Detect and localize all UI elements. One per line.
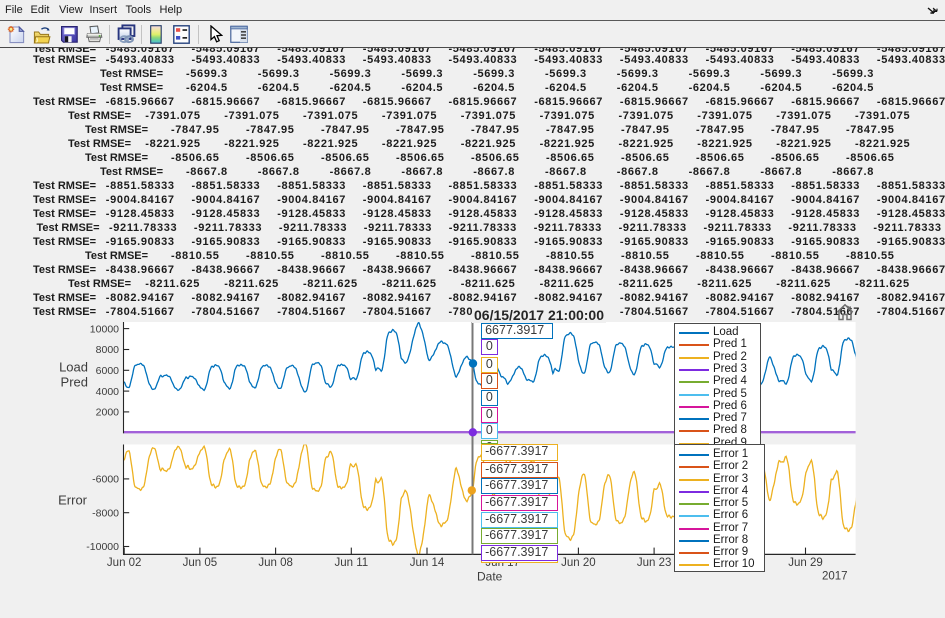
svg-text:2000: 2000 — [96, 407, 120, 419]
svg-text:-8000: -8000 — [92, 507, 119, 519]
svg-text:Date: Date — [477, 570, 503, 584]
svg-text:Error: Error — [58, 493, 88, 508]
svg-text:Jun 20: Jun 20 — [561, 557, 596, 569]
svg-text:8000: 8000 — [96, 344, 120, 356]
svg-text:Load: Load — [59, 360, 88, 375]
svg-text:-6000: -6000 — [92, 474, 119, 486]
svg-text:Jun 11: Jun 11 — [334, 557, 368, 569]
svg-text:6000: 6000 — [96, 365, 120, 377]
svg-text:2017: 2017 — [822, 571, 848, 583]
svg-text:Jun 05: Jun 05 — [183, 557, 218, 569]
svg-text:Jun 08: Jun 08 — [258, 557, 293, 569]
svg-text:Jun 14: Jun 14 — [410, 557, 445, 569]
svg-text:4000: 4000 — [96, 386, 120, 398]
svg-text:10000: 10000 — [90, 323, 119, 335]
svg-text:Jun 23: Jun 23 — [637, 557, 672, 569]
svg-text:Jun 29: Jun 29 — [788, 557, 823, 569]
svg-text:Jun 02: Jun 02 — [107, 557, 142, 569]
svg-text:Pred: Pred — [61, 374, 88, 389]
svg-text:-10000: -10000 — [86, 541, 119, 553]
